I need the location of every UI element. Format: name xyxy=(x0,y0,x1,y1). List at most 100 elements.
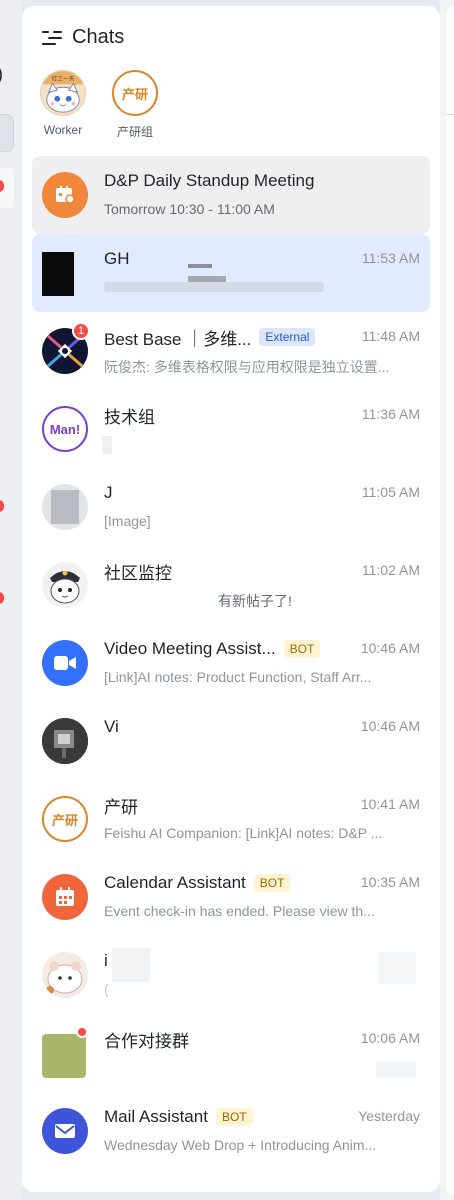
chat-item-chanyan[interactable]: 产研 产研 10:41 AM Feishu AI Companion: [Lin… xyxy=(32,780,430,858)
avatar xyxy=(42,718,88,764)
right-pane-divider xyxy=(446,114,454,115)
left-nav-strip: ) xyxy=(0,0,22,1200)
redacted-block xyxy=(378,952,416,984)
chat-item-community-monitor[interactable]: 社区监控 11:02 AM 有新帖子了! xyxy=(32,546,430,624)
pinned-item-worker[interactable]: 打工一天 Worker xyxy=(36,70,90,140)
chat-time: 10:35 AM xyxy=(360,874,420,890)
chat-name: Mail Assistant xyxy=(104,1107,208,1126)
chat-name: Calendar Assistant xyxy=(104,873,246,892)
chat-name: Vi xyxy=(104,717,119,736)
chat-preview: [Link]AI notes: Product Function, Staff … xyxy=(104,669,372,685)
left-nav-fragment: ) xyxy=(0,64,3,85)
right-pane-edge xyxy=(440,0,454,1200)
chat-item-vi[interactable]: Vi 10:46 AM xyxy=(32,702,430,780)
chat-item-standup-meeting[interactable]: D&P Daily Standup Meeting Tomorrow 10:30… xyxy=(32,156,430,234)
chat-name: i xyxy=(104,951,108,970)
pinned-chats: 打工一天 Worker 产研 产研组 xyxy=(36,70,162,140)
avatar xyxy=(42,172,88,218)
chat-item-j[interactable]: J 11:05 AM [Image] xyxy=(32,468,430,546)
cat-cartoon-icon: 打工一天 xyxy=(41,71,85,113)
avatar: 打工一天 xyxy=(40,70,86,116)
chat-name: 社区监控 xyxy=(104,563,172,583)
avatar xyxy=(42,484,88,530)
bot-tag: BOT xyxy=(283,640,321,658)
page-title: Chats xyxy=(72,26,125,48)
unread-dot xyxy=(76,1026,88,1038)
avatar xyxy=(42,952,88,998)
photo-avatar-icon xyxy=(42,718,88,764)
collapse-menu-icon[interactable] xyxy=(42,28,62,48)
left-nav-selected-pill[interactable] xyxy=(0,114,14,152)
chat-name: 合作对接群 xyxy=(104,1031,189,1051)
chat-time: 11:48 AM xyxy=(361,328,420,344)
bot-tag: BOT xyxy=(253,874,291,892)
pinned-item-chanyan[interactable]: 产研 产研组 xyxy=(108,70,162,140)
chats-panel: Chats 打工一天 Worker 产研 产研组 D&P Daily Stand… xyxy=(22,6,440,1192)
video-camera-icon xyxy=(54,656,76,670)
avatar: 产研 xyxy=(42,796,88,842)
svg-text:打工一天: 打工一天 xyxy=(52,75,75,83)
chat-name: GH xyxy=(104,249,130,268)
chat-name: J xyxy=(104,483,113,502)
chat-item-best-base[interactable]: 1 Best Base ｜多维... External 11:48 AM 阮俊杰… xyxy=(32,312,430,390)
pinned-item-label: Worker xyxy=(43,123,83,137)
avatar: 产研 xyxy=(112,70,158,116)
chat-item-partner-group[interactable]: 合作对接群 10:06 AM xyxy=(32,1014,430,1092)
left-nav-red-dot xyxy=(0,500,4,512)
chat-preview: Feishu AI Companion: [Link]AI notes: D&P… xyxy=(104,825,383,841)
calendar-icon xyxy=(56,887,74,906)
chat-time: 10:46 AM xyxy=(360,640,420,656)
left-nav-red-dot xyxy=(0,592,4,604)
chat-preview: Wednesday Web Drop + Introducing Anim... xyxy=(104,1137,377,1153)
chat-item-gh[interactable]: GH 11:53 AM xyxy=(32,234,430,312)
hamster-cartoon-icon xyxy=(46,961,83,994)
chat-time: Yesterday xyxy=(358,1108,420,1124)
chat-time: 11:05 AM xyxy=(361,484,420,500)
chat-item-video-meeting-assistant[interactable]: Video Meeting Assist... BOT 10:46 AM [Li… xyxy=(32,624,430,702)
chat-preview: ( xyxy=(104,981,109,997)
avatar xyxy=(42,874,88,920)
chat-item-redacted[interactable]: i ( xyxy=(32,936,430,1014)
chat-preview: [Image] xyxy=(104,513,151,529)
chat-time: 10:46 AM xyxy=(360,718,420,734)
chat-time: 11:02 AM xyxy=(361,562,420,578)
chat-preview: Tomorrow 10:30 - 11:00 AM xyxy=(104,201,275,217)
avatar-photo xyxy=(51,490,79,524)
chat-time: 11:36 AM xyxy=(361,406,420,422)
chat-preview: 阮俊杰: 多维表格权限与应用权限是独立设置... xyxy=(104,359,390,375)
chat-name: Video Meeting Assist... xyxy=(104,639,276,658)
chat-preview: Event check-in has ended. Please view th… xyxy=(104,903,375,919)
chat-name: 技术组 xyxy=(104,407,155,427)
avatar xyxy=(42,562,88,608)
avatar xyxy=(42,252,74,296)
avatar xyxy=(42,640,88,686)
right-pane xyxy=(446,6,454,1196)
pinned-item-label: 产研组 xyxy=(116,125,153,139)
chat-name: D&P Daily Standup Meeting xyxy=(104,171,315,190)
chat-item-tech-group[interactable]: Man! 技术组 11:36 AM xyxy=(32,390,430,468)
mail-icon xyxy=(55,1124,75,1138)
police-cat-icon xyxy=(50,570,80,604)
avatar-text: Man! xyxy=(49,421,81,437)
redacted-preview xyxy=(104,282,324,292)
chat-name: Best Base ｜多维... xyxy=(104,329,252,349)
avatar xyxy=(42,1108,88,1154)
avatar-text: 产研 xyxy=(121,86,148,102)
avatar: Man! xyxy=(42,406,88,452)
redacted-block xyxy=(376,1062,416,1078)
chats-header: Chats xyxy=(42,26,124,49)
chat-name: 产研 xyxy=(104,797,138,817)
chat-time: 11:53 AM xyxy=(361,250,420,266)
calendar-bell-icon xyxy=(56,186,75,204)
chat-time: 10:41 AM xyxy=(360,796,420,812)
unread-badge: 1 xyxy=(72,322,90,340)
bot-tag: BOT xyxy=(215,1108,253,1126)
redacted-block xyxy=(112,948,150,982)
redacted-block xyxy=(188,264,212,268)
external-tag: External xyxy=(259,328,316,346)
chat-list: D&P Daily Standup Meeting Tomorrow 10:30… xyxy=(32,156,430,1170)
chat-item-calendar-assistant[interactable]: Calendar Assistant BOT 10:35 AM Event ch… xyxy=(32,858,430,936)
chat-time: 10:06 AM xyxy=(360,1030,420,1046)
chat-item-mail-assistant[interactable]: Mail Assistant BOT Yesterday Wednesday W… xyxy=(32,1092,430,1170)
chat-preview: 有新帖子了! xyxy=(218,593,292,609)
